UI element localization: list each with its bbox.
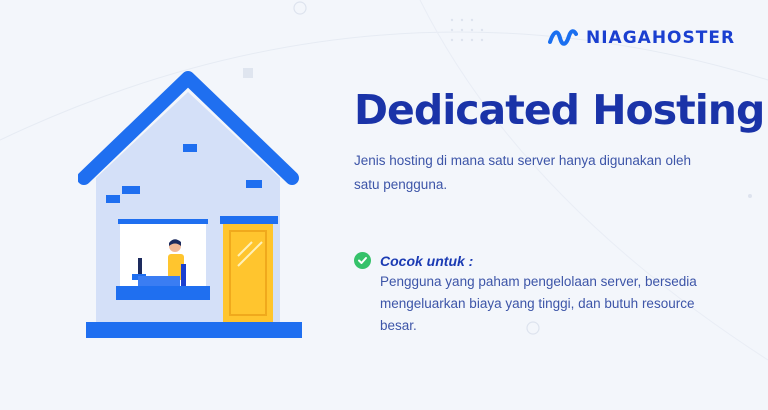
brick <box>183 144 197 152</box>
brand-logo[interactable]: NIAGAHOSTER <box>548 28 735 48</box>
chair <box>181 264 186 286</box>
niagahoster-wave-logo-icon <box>548 29 578 46</box>
house-illustration <box>78 71 302 338</box>
brick <box>122 186 140 194</box>
brick <box>246 180 262 188</box>
door-lintel <box>220 216 278 224</box>
window-sill <box>116 286 210 300</box>
brick <box>106 195 120 203</box>
suitable-for-header: Cocok untuk : <box>354 252 734 269</box>
ground <box>86 322 302 338</box>
page-title: Dedicated Hosting <box>354 86 765 134</box>
banner: NIAGAHOSTER Dedicated Hosting Jenis host… <box>0 0 768 410</box>
suitable-for-section: Cocok untuk : Pengguna yang paham pengel… <box>354 252 734 337</box>
hosting-description: Jenis hosting di mana satu server hanya … <box>354 153 691 192</box>
brand-name: NIAGAHOSTER <box>586 28 736 48</box>
suitable-for-text: Pengguna yang paham pengelolaan server, … <box>380 274 697 333</box>
suitable-for-label: Cocok untuk : <box>380 252 474 269</box>
check-circle-icon <box>354 252 371 269</box>
desk <box>138 276 180 286</box>
